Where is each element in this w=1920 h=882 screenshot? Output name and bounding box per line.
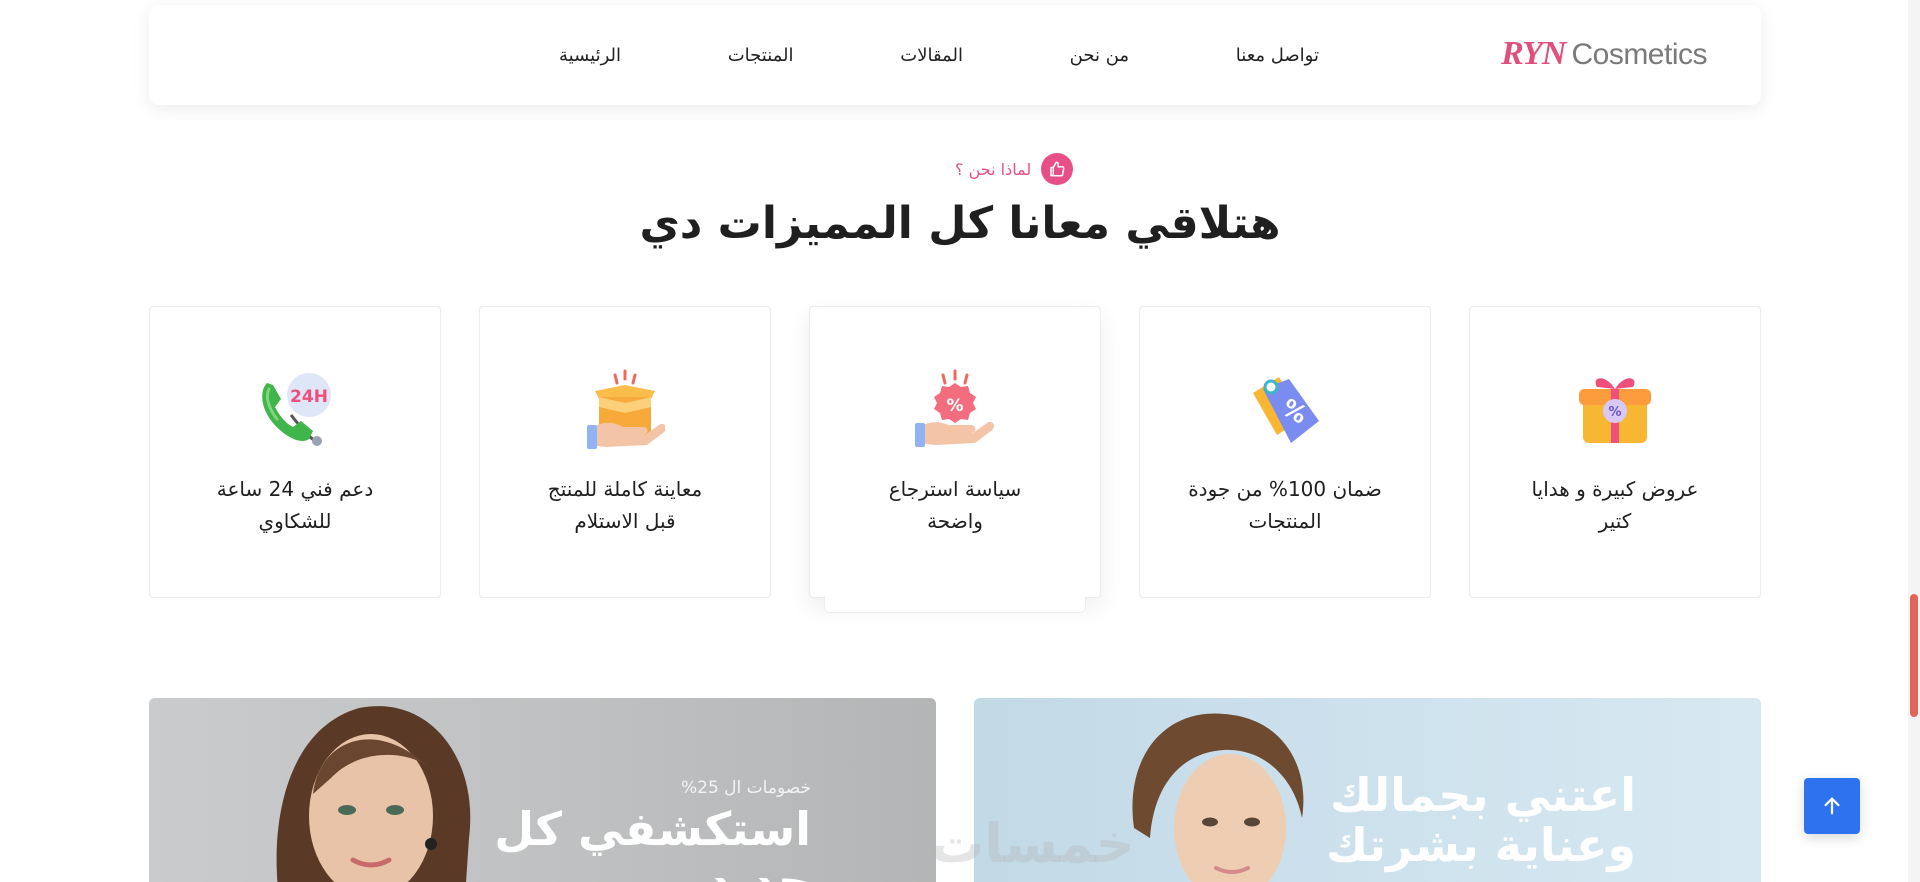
feature-line: كتير — [1598, 509, 1632, 533]
feature-line: عروض كبيرة و هدايا — [1531, 477, 1699, 501]
back-to-top-button[interactable] — [1804, 778, 1860, 834]
feature-text-returns: سياسة استرجاع واضحة — [845, 473, 1065, 537]
feature-line: قبل الاستلام — [574, 509, 676, 533]
hand-percent-badge-icon: % — [915, 369, 994, 447]
feature-line: دعم فني 24 ساعة — [216, 477, 374, 501]
feature-card-support: 24H دعم فني 24 ساعة للشكاوي — [149, 306, 441, 598]
feature-line: واضحة — [927, 509, 983, 533]
feature-text-offers: عروض كبيرة و هدايا كتير — [1505, 473, 1725, 537]
section-tag: لماذا نحن ؟ — [955, 153, 1074, 185]
section-tag-text: لماذا نحن ؟ — [955, 159, 1032, 179]
nav-link-products[interactable]: المنتجات — [728, 45, 794, 69]
scrollbar-thumb[interactable] — [1910, 594, 1918, 717]
feature-card-offers: % عروض كبيرة و هدايا كتير — [1469, 306, 1761, 598]
feature-line: المنتجات — [1248, 509, 1322, 533]
watermark: خمسات — [930, 812, 1135, 875]
feature-text-inspection: معاينة كاملة للمنتج قبل الاستلام — [515, 473, 735, 537]
feature-card-quality: % ضمان 100% من جودة المنتجات — [1139, 306, 1431, 598]
open-box-hand-icon — [587, 369, 665, 449]
price-tag-percent-icon: % — [1253, 377, 1319, 443]
svg-text:24H: 24H — [290, 387, 328, 407]
features-row: % عروض كبيرة و هدايا كتير % ضمان 100% من… — [149, 306, 1761, 613]
banner-title: استكشفي كل جديد — [494, 802, 811, 882]
section-title: هتلاقي معانا كل المميزات دي — [639, 198, 1281, 249]
svg-text:%: % — [1608, 405, 1621, 420]
thumbs-up-icon — [1041, 153, 1074, 185]
svg-text:%: % — [946, 396, 963, 416]
feature-line: ضمان 100% من جودة — [1188, 477, 1382, 501]
model-woman-image — [276, 706, 471, 882]
logo-mark: RYN — [1501, 35, 1566, 72]
banner-title: اعتني بجمالك وعناية بشرتك — [1325, 768, 1636, 872]
feature-line: معاينة كاملة للمنتج — [547, 477, 703, 501]
nav-link-about[interactable]: من نحن — [1070, 45, 1129, 69]
feature-line: سياسة استرجاع — [888, 477, 1022, 501]
feature-card-inspection: معاينة كاملة للمنتج قبل الاستلام — [479, 306, 771, 598]
gift-percent-icon: % — [1579, 378, 1651, 443]
feature-text-support: دعم فني 24 ساعة للشكاوي — [185, 473, 405, 537]
arrow-up-icon — [1824, 797, 1840, 815]
feature-line: للشكاوي — [258, 509, 332, 533]
promo-banner-discover[interactable]: خصومات ال 25% استكشفي كل جديد — [149, 698, 936, 882]
nav-link-articles[interactable]: المقالات — [900, 45, 963, 69]
feature-card-returns: % سياسة استرجاع واضحة — [809, 306, 1101, 613]
feature-text-quality: ضمان 100% من جودة المنتجات — [1175, 473, 1395, 537]
phone-24h-icon: 24H — [262, 373, 331, 446]
nav-link-home[interactable]: الرئيسية — [559, 45, 621, 69]
navbar: RYN Cosmetics الرئيسية المنتجات المقالات… — [149, 5, 1761, 105]
logo-text: Cosmetics — [1571, 38, 1707, 71]
nav-link-contact[interactable]: تواصل معنا — [1236, 45, 1319, 69]
scrollbar-track[interactable] — [1908, 0, 1920, 882]
brand-logo[interactable]: RYN Cosmetics — [1501, 35, 1707, 75]
banner-kicker: خصومات ال 25% — [680, 778, 811, 798]
main-nav: الرئيسية المنتجات المقالات من نحن تواصل … — [559, 45, 1319, 69]
